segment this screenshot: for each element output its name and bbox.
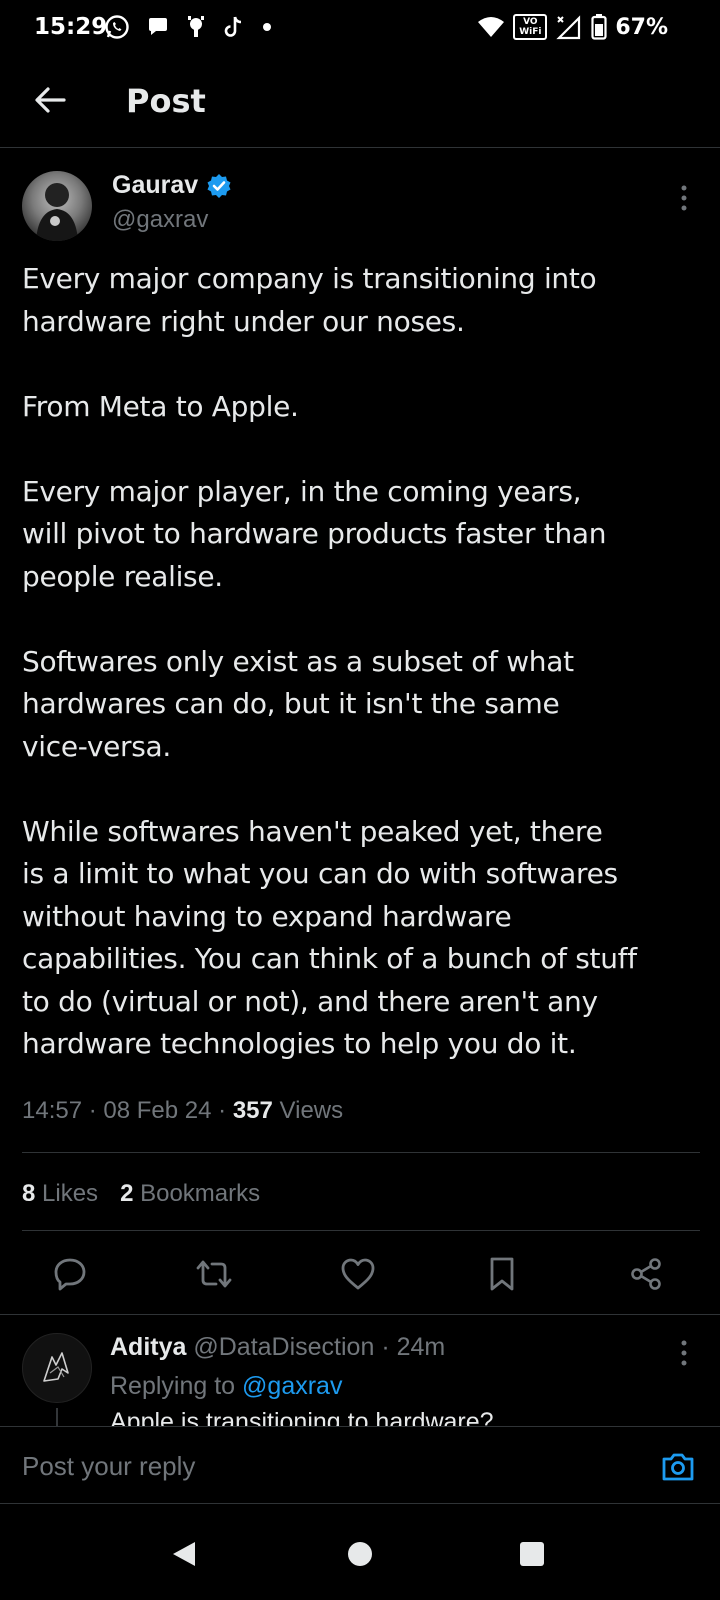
repost-button[interactable] — [192, 1252, 236, 1296]
divider — [22, 1152, 700, 1153]
reply-age: 24m — [396, 1333, 446, 1361]
likes-count: 8 — [22, 1180, 36, 1207]
divider — [0, 1314, 720, 1315]
chat-bubble-icon — [149, 18, 167, 35]
verified-badge-icon — [207, 173, 231, 198]
square-recents-icon — [520, 1542, 544, 1566]
repost-icon — [196, 1260, 232, 1288]
reply-header[interactable]: Aditya @DataDisection · 24m — [110, 1333, 445, 1362]
camera-icon — [662, 1453, 694, 1481]
more-options-button[interactable] — [674, 183, 694, 213]
status-bar: 15:29 VO WiFi 67% — [0, 0, 720, 56]
share-icon — [631, 1258, 661, 1290]
camera-button[interactable] — [658, 1447, 698, 1487]
system-status-icons: VO WiFi 67% — [477, 12, 668, 42]
more-vertical-icon — [681, 1340, 687, 1366]
battery-icon — [591, 14, 607, 40]
nav-recents-button[interactable] — [512, 1534, 552, 1574]
nav-home-button[interactable] — [340, 1534, 380, 1574]
heart-icon — [341, 1258, 375, 1290]
reply-more-options-button[interactable] — [674, 1338, 694, 1368]
replying-label: Replying to — [110, 1372, 236, 1400]
triangle-back-icon — [173, 1542, 195, 1566]
likes-stat[interactable]: 8 Likes — [22, 1180, 98, 1208]
notification-icons — [104, 12, 272, 42]
reply-composer — [0, 1426, 720, 1504]
views-count: 357 — [232, 1097, 273, 1124]
tweet-meta: 14:57 · 08 Feb 24 · 357 Views — [22, 1097, 344, 1124]
nav-back-button[interactable] — [164, 1534, 204, 1574]
replying-mention-link[interactable]: @gaxrav — [242, 1372, 342, 1400]
vowifi-icon: VO WiFi — [513, 14, 548, 40]
signal-icon — [556, 15, 581, 40]
top-app-bar: Post — [0, 56, 720, 148]
author-handle[interactable]: @gaxrav — [112, 206, 208, 234]
divider — [22, 1230, 700, 1231]
avatar-photo — [36, 183, 78, 241]
tiktok-icon — [224, 16, 242, 37]
thread-line — [56, 1408, 58, 1426]
bookmarks-stat[interactable]: 2 Bookmarks — [120, 1180, 260, 1208]
reply-author-avatar[interactable] — [22, 1333, 92, 1403]
author-name-row[interactable]: Gaurav — [112, 171, 232, 200]
tweet-time: 14:57 — [22, 1097, 83, 1124]
author-name: Gaurav — [112, 171, 199, 199]
replying-to: Replying to @gaxrav — [110, 1372, 342, 1401]
bookmarks-count: 2 — [120, 1180, 134, 1207]
tweet-body: Every major company is transitioning int… — [22, 258, 702, 1066]
action-bar — [0, 1248, 720, 1302]
share-button[interactable] — [624, 1252, 668, 1296]
wolf-logo-icon — [43, 1352, 69, 1382]
tweet-paragraph: While softwares haven't peaked yet, ther… — [22, 814, 637, 1061]
tweet-paragraph: Every major player, in the coming years,… — [22, 474, 607, 593]
back-button[interactable] — [30, 80, 70, 120]
tweet-date: 08 Feb 24 — [103, 1097, 212, 1124]
tweet-paragraph: Every major company is transitioning int… — [22, 262, 597, 338]
author-avatar[interactable] — [22, 171, 92, 241]
notification-app-icon — [188, 16, 204, 37]
page-title: Post — [126, 82, 206, 120]
reply-text[interactable]: Apple is transitioning to hardware? — [110, 1408, 494, 1426]
wifi-icon — [478, 17, 505, 37]
circle-home-icon — [348, 1542, 372, 1566]
bookmarks-label: Bookmarks — [140, 1180, 261, 1207]
views-label[interactable]: Views — [280, 1097, 344, 1124]
whatsapp-icon — [105, 15, 129, 39]
engagement-stats: 8 Likes 2 Bookmarks — [22, 1180, 260, 1208]
battery-percent: 67% — [615, 14, 668, 40]
status-time: 15:29 — [34, 14, 108, 40]
more-vertical-icon — [681, 185, 687, 211]
bookmark-button[interactable] — [480, 1252, 524, 1296]
reply-input[interactable] — [22, 1447, 622, 1485]
reply-body-clip: Apple is transitioning to hardware? — [0, 1400, 720, 1426]
tweet-paragraph: Softwares only exist as a subset of what… — [22, 644, 574, 763]
reply-author-name: Aditya — [110, 1333, 187, 1361]
likes-label: Likes — [42, 1180, 99, 1207]
like-button[interactable] — [336, 1252, 380, 1296]
reply-button[interactable] — [48, 1252, 92, 1296]
bookmark-icon — [490, 1257, 514, 1291]
reply-author-handle: @DataDisection — [193, 1333, 375, 1361]
system-nav-bar — [0, 1504, 720, 1600]
tweet-paragraph: From Meta to Apple. — [22, 389, 299, 423]
reply-icon — [54, 1258, 86, 1291]
dot-icon — [263, 23, 271, 31]
arrow-left-icon — [35, 87, 66, 113]
